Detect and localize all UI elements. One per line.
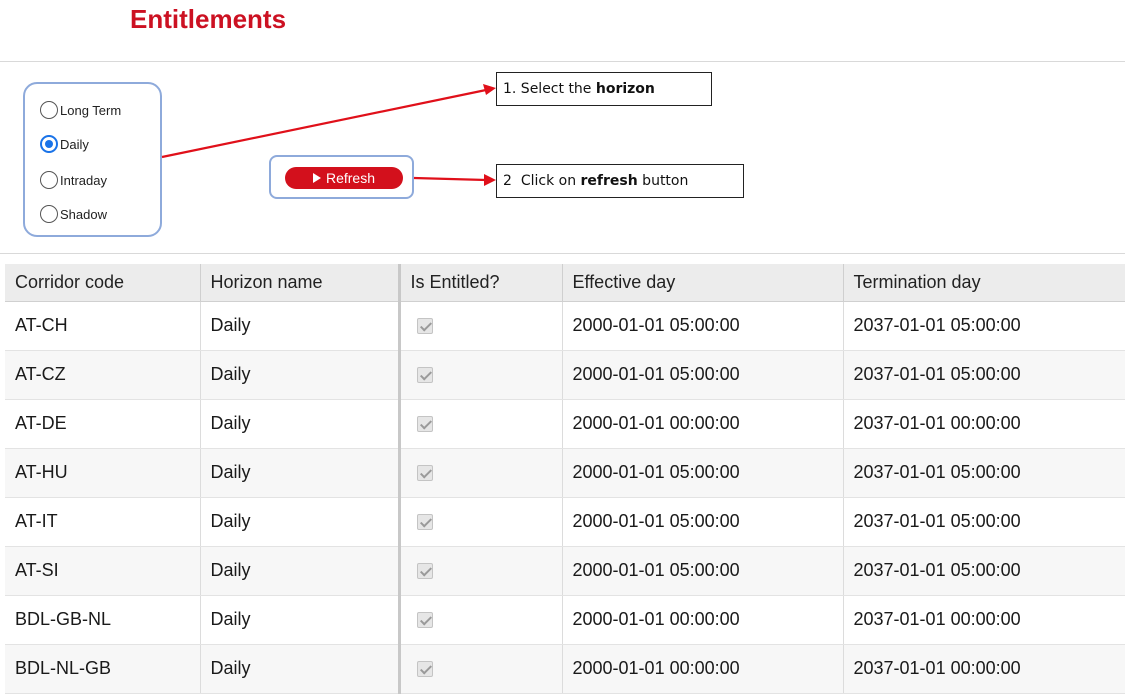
table-row[interactable]: AT-CZ Daily 2000-01-01 05:00:00 2037-01-… xyxy=(5,350,1125,400)
column-header-horizon-name[interactable]: Horizon name xyxy=(200,264,401,302)
table-row[interactable]: BDL-GB-NL Daily 2000-01-01 00:00:00 2037… xyxy=(5,595,1125,645)
entitled-checkbox xyxy=(416,416,433,433)
entitled-checkbox xyxy=(416,612,433,629)
cell-effective-day: 2000-01-01 00:00:00 xyxy=(562,399,844,449)
arrow-head xyxy=(484,174,496,186)
cell-termination-day: 2037-01-01 05:00:00 xyxy=(843,546,1125,596)
cell-corridor-code: AT-SI xyxy=(5,546,201,596)
cell-corridor-code: AT-HU xyxy=(5,448,201,498)
cell-is-entitled xyxy=(399,546,563,596)
cell-is-entitled xyxy=(399,448,563,498)
cell-effective-day: 2000-01-01 05:00:00 xyxy=(562,448,844,498)
cell-horizon-name: Daily xyxy=(200,546,401,596)
entitled-checkbox xyxy=(416,465,433,482)
cell-horizon-name: Daily xyxy=(200,448,401,498)
cell-effective-day: 2000-01-01 05:00:00 xyxy=(562,546,844,596)
cell-corridor-code: BDL-NL-GB xyxy=(5,644,201,694)
cell-termination-day: 2037-01-01 00:00:00 xyxy=(843,595,1125,645)
cell-horizon-name: Daily xyxy=(200,350,401,400)
arrow-to-step-2 xyxy=(413,176,487,182)
cell-horizon-name: Daily xyxy=(200,644,401,694)
table-row[interactable]: AT-SI Daily 2000-01-01 05:00:00 2037-01-… xyxy=(5,546,1125,596)
cell-corridor-code: AT-DE xyxy=(5,399,201,449)
column-header-corridor-code[interactable]: Corridor code xyxy=(5,264,201,302)
cell-effective-day: 2000-01-01 05:00:00 xyxy=(562,497,844,547)
cell-termination-day: 2037-01-01 05:00:00 xyxy=(843,350,1125,400)
cell-is-entitled xyxy=(399,644,563,694)
cell-effective-day: 2000-01-01 00:00:00 xyxy=(562,595,844,645)
cell-termination-day: 2037-01-01 00:00:00 xyxy=(843,644,1125,694)
table-row[interactable]: AT-DE Daily 2000-01-01 00:00:00 2037-01-… xyxy=(5,399,1125,449)
entitled-checkbox xyxy=(416,367,433,384)
column-header-effective-day[interactable]: Effective day xyxy=(562,264,844,302)
cell-effective-day: 2000-01-01 05:00:00 xyxy=(562,350,844,400)
cell-corridor-code: BDL-GB-NL xyxy=(5,595,201,645)
table-row[interactable]: AT-IT Daily 2000-01-01 05:00:00 2037-01-… xyxy=(5,497,1125,547)
column-header-is-entitled[interactable]: Is Entitled? xyxy=(399,264,563,302)
content-divider xyxy=(0,253,1125,254)
callout-arrows xyxy=(161,84,496,186)
entitled-checkbox xyxy=(416,514,433,531)
cell-horizon-name: Daily xyxy=(200,595,401,645)
cell-termination-day: 2037-01-01 05:00:00 xyxy=(843,497,1125,547)
cell-is-entitled xyxy=(399,399,563,449)
cell-corridor-code: AT-CH xyxy=(5,301,201,351)
entitlements-table: Corridor code Horizon name Is Entitled? … xyxy=(5,264,1125,694)
arrow-head xyxy=(483,84,496,95)
cell-termination-day: 2037-01-01 00:00:00 xyxy=(843,399,1125,449)
arrow-to-step-1 xyxy=(161,88,487,159)
column-header-termination-day[interactable]: Termination day xyxy=(843,264,1125,302)
cell-effective-day: 2000-01-01 00:00:00 xyxy=(562,644,844,694)
cell-is-entitled xyxy=(399,595,563,645)
entitled-checkbox xyxy=(416,661,433,678)
cell-effective-day: 2000-01-01 05:00:00 xyxy=(562,301,844,351)
cell-termination-day: 2037-01-01 05:00:00 xyxy=(843,301,1125,351)
cell-is-entitled xyxy=(399,350,563,400)
cell-termination-day: 2037-01-01 05:00:00 xyxy=(843,448,1125,498)
cell-corridor-code: AT-IT xyxy=(5,497,201,547)
table-row[interactable]: AT-CH Daily 2000-01-01 05:00:00 2037-01-… xyxy=(5,301,1125,351)
cell-horizon-name: Daily xyxy=(200,301,401,351)
cell-horizon-name: Daily xyxy=(200,399,401,449)
table-row[interactable]: BDL-NL-GB Daily 2000-01-01 00:00:00 2037… xyxy=(5,644,1125,694)
table-header-row: Corridor code Horizon name Is Entitled? … xyxy=(5,264,1125,302)
cell-horizon-name: Daily xyxy=(200,497,401,547)
cell-is-entitled xyxy=(399,301,563,351)
cell-corridor-code: AT-CZ xyxy=(5,350,201,400)
table-row[interactable]: AT-HU Daily 2000-01-01 05:00:00 2037-01-… xyxy=(5,448,1125,498)
entitled-checkbox xyxy=(416,563,433,580)
entitled-checkbox xyxy=(416,318,433,335)
cell-is-entitled xyxy=(399,497,563,547)
